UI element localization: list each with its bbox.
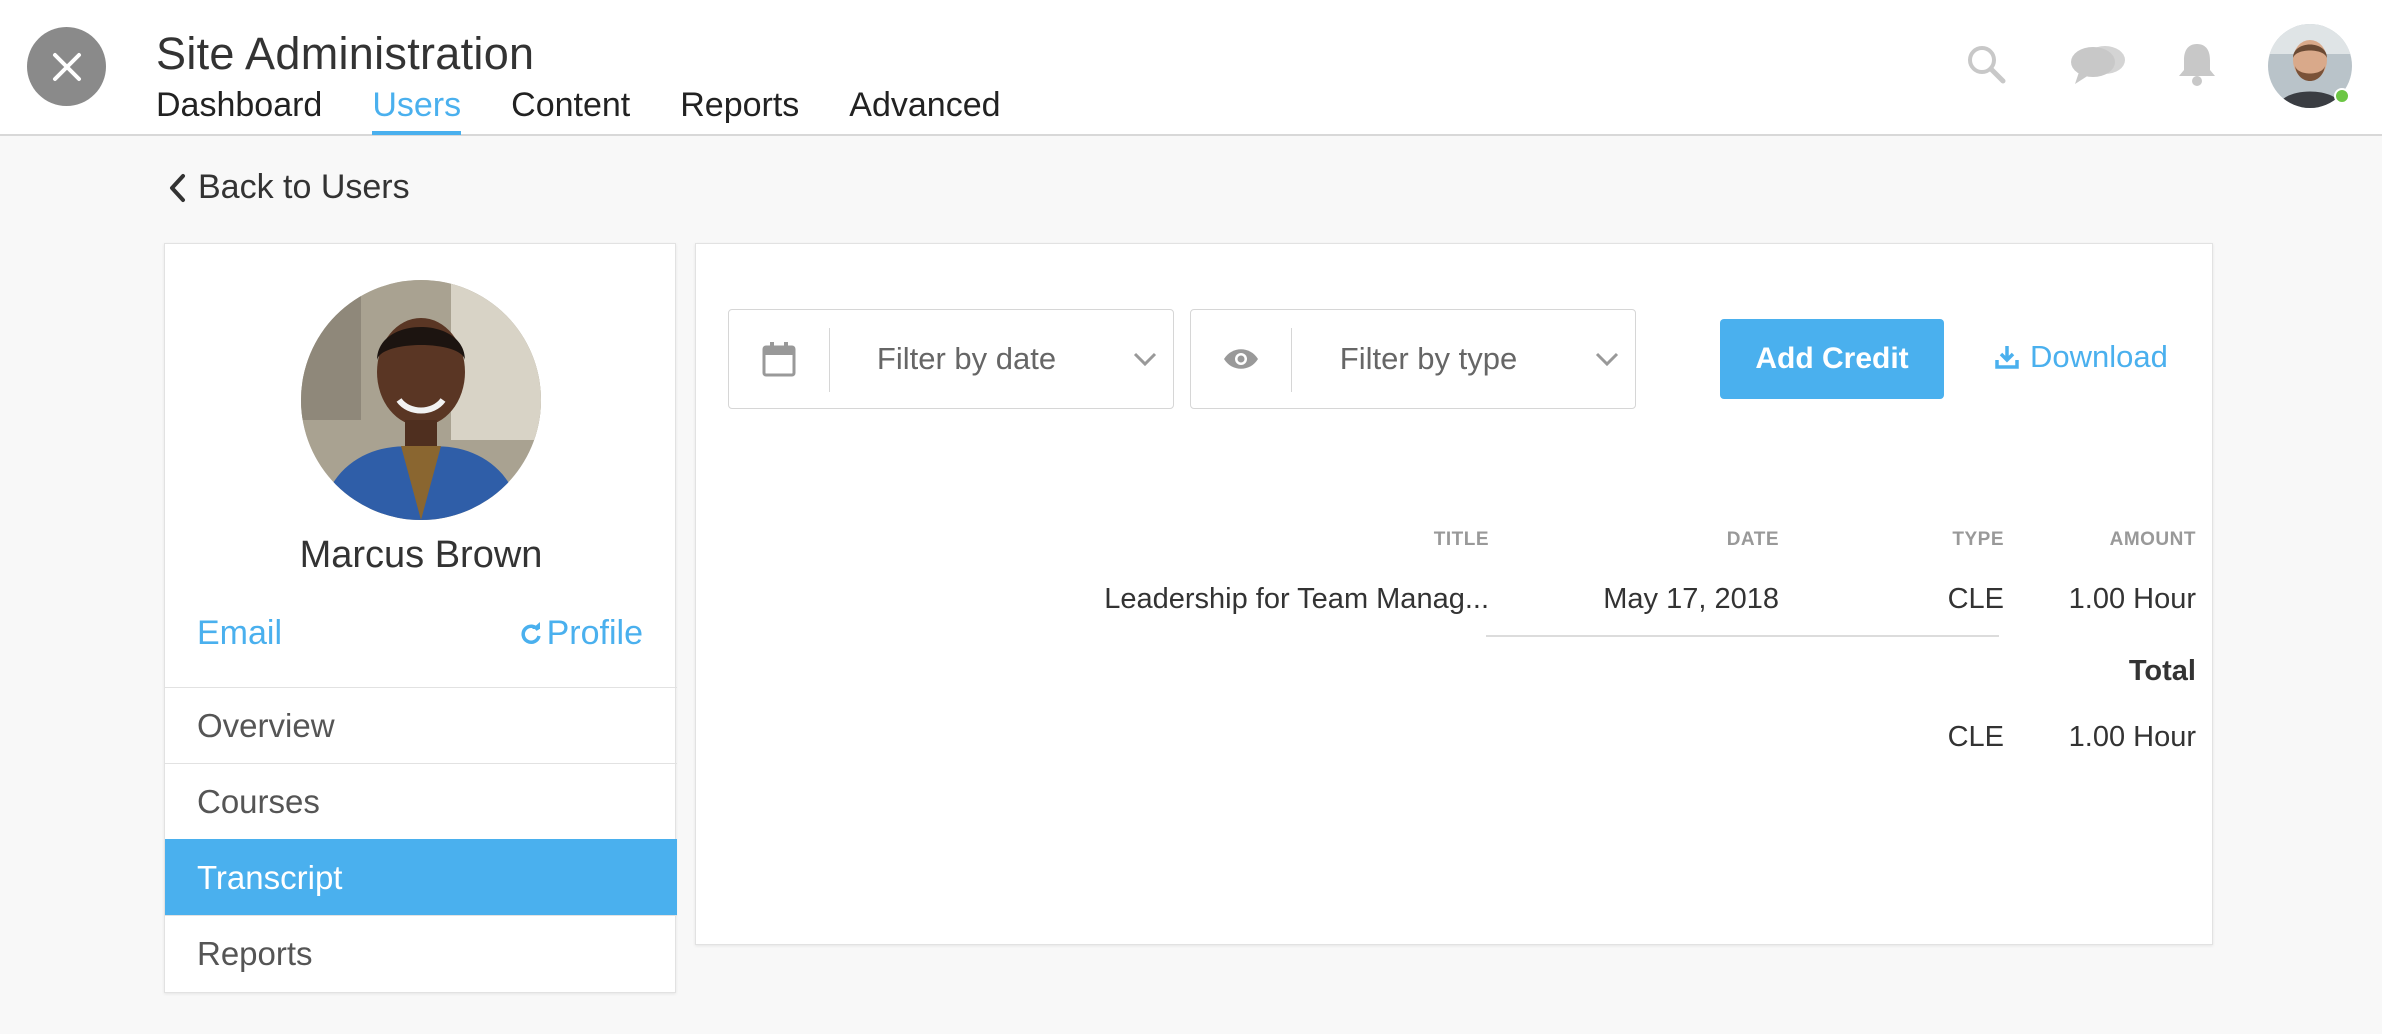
nav-reports[interactable]: Reports (680, 86, 799, 135)
total-amount: 1.00 Hour (2068, 721, 2196, 753)
side-item-transcript[interactable]: Transcript (165, 839, 677, 915)
header-actions (1965, 40, 2219, 93)
back-label: Back to Users (198, 168, 410, 206)
nav-users[interactable]: Users (372, 86, 462, 135)
refresh-icon (521, 621, 541, 644)
row-amount: 1.00 Hour (2068, 583, 2196, 615)
add-credit-button[interactable]: Add Credit (1720, 319, 1944, 399)
column-header-amount: AMOUNT (2109, 529, 2196, 550)
nav-advanced[interactable]: Advanced (849, 86, 1000, 135)
filter-by-date-label: Filter by date (876, 341, 1057, 376)
top-header: Site Administration Dashboard Users Cont… (0, 0, 2382, 136)
main-nav: Dashboard Users Content Reports Advanced (156, 86, 1051, 135)
user-profile-card: Marcus Brown Email Profile Overview Cour… (164, 243, 677, 993)
close-icon (52, 52, 81, 81)
nav-content[interactable]: Content (511, 86, 630, 135)
online-status-indicator (2334, 88, 2350, 104)
side-item-reports[interactable]: Reports (165, 915, 677, 991)
download-icon (1995, 346, 2019, 369)
user-name: Marcus Brown (299, 534, 543, 576)
search-icon[interactable] (1965, 43, 2007, 90)
download-link[interactable]: Download (1994, 339, 2168, 375)
profile-link[interactable]: Profile (519, 614, 643, 653)
chevron-down-icon (1133, 310, 1157, 408)
filter-by-date-select[interactable]: Filter by date (728, 309, 1174, 409)
close-button[interactable] (27, 27, 106, 106)
eye-icon (1191, 310, 1291, 408)
filter-by-type-label: Filter by type (1339, 341, 1518, 376)
download-label: Download (2030, 339, 2168, 374)
nav-dashboard[interactable]: Dashboard (156, 86, 322, 135)
transcript-panel: Filter by date Filter by type Add Credit… (695, 243, 2213, 945)
row-title[interactable]: Leadership for Team Manag... (796, 583, 1489, 616)
column-header-title: TITLE (1433, 529, 1489, 550)
back-to-users-link[interactable]: Back to Users (168, 168, 410, 207)
side-item-overview[interactable]: Overview (165, 687, 677, 763)
page-title: Site Administration (156, 28, 535, 79)
side-item-courses[interactable]: Courses (165, 763, 677, 839)
user-side-menu: Overview Courses Transcript Reports (165, 687, 677, 991)
total-label: Total (2128, 655, 2196, 687)
filter-by-type-select[interactable]: Filter by type (1190, 309, 1636, 409)
bell-icon[interactable] (2175, 40, 2219, 93)
chevron-left-icon (170, 173, 185, 202)
chevron-down-icon (1595, 310, 1619, 408)
email-link[interactable]: Email (197, 614, 282, 653)
profile-link-label: Profile (546, 614, 643, 652)
chat-icon[interactable] (2069, 40, 2127, 93)
user-avatar (301, 280, 541, 520)
row-divider (1486, 635, 1999, 637)
calendar-icon (729, 310, 829, 408)
